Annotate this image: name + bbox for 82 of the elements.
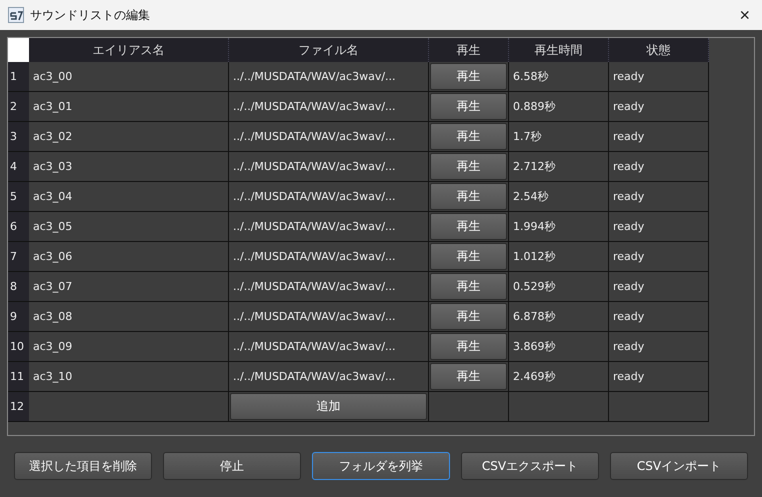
action-button[interactable]: フォルダを列挙: [312, 452, 450, 480]
table-cell: 2.54秒: [509, 182, 609, 212]
close-button[interactable]: ×: [735, 4, 754, 26]
row-header[interactable]: 6: [8, 212, 29, 242]
table-cell: 0.529秒: [509, 272, 609, 302]
table-cell: ../../MUSDATA/WAV/ac3wav/...: [229, 122, 429, 152]
table-cell: ready: [609, 332, 709, 362]
column-header[interactable]: 状態: [609, 38, 709, 62]
table-cell: ready: [609, 92, 709, 122]
table-cell: ../../MUSDATA/WAV/ac3wav/...: [229, 182, 429, 212]
play-button[interactable]: 再生: [430, 63, 507, 90]
row-header[interactable]: 4: [8, 152, 29, 182]
table-cell: ac3_02: [29, 122, 229, 152]
play-button[interactable]: 再生: [430, 183, 507, 210]
table-cell: ready: [609, 362, 709, 392]
table-cell: ../../MUSDATA/WAV/ac3wav/...: [229, 62, 429, 92]
action-button[interactable]: 選択した項目を削除: [14, 452, 152, 480]
table-cell: 1.012秒: [509, 242, 609, 272]
table-cell: ../../MUSDATA/WAV/ac3wav/...: [229, 332, 429, 362]
table-cell: ac3_05: [29, 212, 229, 242]
table-cell: ready: [609, 242, 709, 272]
action-button[interactable]: CSVインポート: [610, 452, 748, 480]
row-header[interactable]: 3: [8, 122, 29, 152]
table-cell: ready: [609, 272, 709, 302]
table-cell: ready: [609, 152, 709, 182]
table-cell: 1.994秒: [509, 212, 609, 242]
row-header[interactable]: 11: [8, 362, 29, 392]
row-header[interactable]: 9: [8, 302, 29, 332]
column-header[interactable]: 再生: [429, 38, 509, 62]
table-cell: ../../MUSDATA/WAV/ac3wav/...: [229, 212, 429, 242]
table-cell: ac3_04: [29, 182, 229, 212]
table-cell: ac3_00: [29, 62, 229, 92]
column-header[interactable]: ファイル名: [229, 38, 429, 62]
table-cell: ../../MUSDATA/WAV/ac3wav/...: [229, 242, 429, 272]
table-cell: ac3_03: [29, 152, 229, 182]
row-header[interactable]: 7: [8, 242, 29, 272]
table-cell: 0.889秒: [509, 92, 609, 122]
row-header[interactable]: 5: [8, 182, 29, 212]
table-cell: ac3_08: [29, 302, 229, 332]
play-button[interactable]: 再生: [430, 303, 507, 330]
table-cell: 6.878秒: [509, 302, 609, 332]
table-cell: ../../MUSDATA/WAV/ac3wav/...: [229, 152, 429, 182]
table-cell: 1.7秒: [509, 122, 609, 152]
row-header[interactable]: 10: [8, 332, 29, 362]
table-cell: ready: [609, 122, 709, 152]
table-cell: ready: [609, 182, 709, 212]
row-header[interactable]: 1: [8, 62, 29, 92]
row-header[interactable]: 8: [8, 272, 29, 302]
corner-header[interactable]: [8, 38, 29, 62]
table-cell: ../../MUSDATA/WAV/ac3wav/...: [229, 362, 429, 392]
play-button[interactable]: 再生: [430, 243, 507, 270]
play-button[interactable]: 再生: [430, 153, 507, 180]
table-cell: ac3_07: [29, 272, 229, 302]
add-button[interactable]: 追加: [230, 393, 427, 420]
table-cell: 6.58秒: [509, 62, 609, 92]
table-cell: ready: [609, 212, 709, 242]
table-cell: 2.469秒: [509, 362, 609, 392]
row-header[interactable]: 2: [8, 92, 29, 122]
play-button[interactable]: 再生: [430, 363, 507, 390]
table-cell: ready: [609, 302, 709, 332]
table-cell: ready: [609, 62, 709, 92]
app-icon: [8, 7, 24, 23]
play-button[interactable]: 再生: [430, 93, 507, 120]
window-title: サウンドリストの編集: [30, 6, 151, 24]
action-button[interactable]: 停止: [163, 452, 301, 480]
column-header[interactable]: 再生時間: [509, 38, 609, 62]
play-button[interactable]: 再生: [430, 123, 507, 150]
play-button[interactable]: 再生: [430, 273, 507, 300]
table-cell: ac3_01: [29, 92, 229, 122]
table-cell: ../../MUSDATA/WAV/ac3wav/...: [229, 92, 429, 122]
table-cell: ../../MUSDATA/WAV/ac3wav/...: [229, 302, 429, 332]
table-cell: ac3_06: [29, 242, 229, 272]
table-cell: ac3_10: [29, 362, 229, 392]
table-cell: 3.869秒: [509, 332, 609, 362]
table-cell: ac3_09: [29, 332, 229, 362]
action-button[interactable]: CSVエクスポート: [461, 452, 599, 480]
play-button[interactable]: 再生: [430, 333, 507, 360]
column-header[interactable]: エイリアス名: [29, 38, 229, 62]
play-button[interactable]: 再生: [430, 213, 507, 240]
table-cell: 2.712秒: [509, 152, 609, 182]
row-header[interactable]: 12: [8, 392, 29, 422]
table-cell: ../../MUSDATA/WAV/ac3wav/...: [229, 272, 429, 302]
